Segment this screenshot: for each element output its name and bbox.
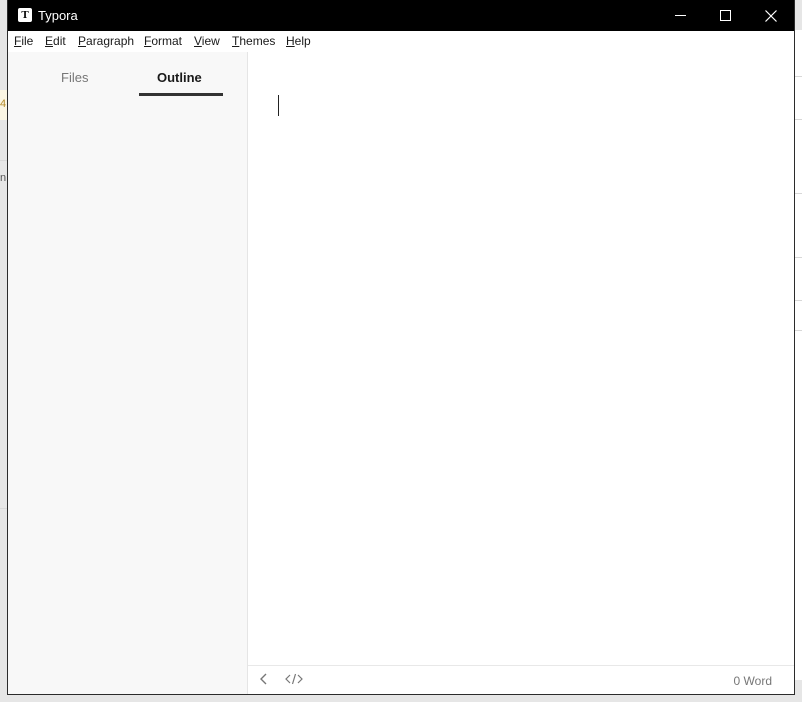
text-caret bbox=[278, 95, 279, 116]
minimize-button[interactable] bbox=[658, 0, 703, 31]
background-divider bbox=[795, 76, 802, 77]
menu-label: ormat bbox=[151, 34, 183, 48]
menu-mnemonic: P bbox=[78, 34, 87, 48]
menu-label: elp bbox=[294, 34, 311, 48]
background-divider bbox=[0, 160, 7, 161]
maximize-icon bbox=[720, 10, 731, 21]
window-title: Typora bbox=[38, 8, 78, 23]
background-text: n bbox=[0, 172, 7, 184]
typora-app-icon: T bbox=[18, 8, 32, 22]
menu-label: hemes bbox=[239, 34, 276, 48]
source-code-mode-button[interactable] bbox=[285, 672, 303, 689]
background-text: 4 bbox=[0, 98, 7, 110]
background-divider bbox=[795, 257, 802, 258]
menu-file[interactable]: File bbox=[14, 34, 33, 48]
active-tab-indicator bbox=[139, 93, 223, 96]
maximize-button[interactable] bbox=[703, 0, 748, 31]
sidebar: Files Outline bbox=[8, 52, 248, 694]
menu-edit[interactable]: Edit bbox=[45, 34, 66, 48]
background-divider bbox=[795, 119, 802, 120]
minimize-icon bbox=[675, 15, 686, 16]
word-count[interactable]: 0 Word bbox=[734, 674, 772, 688]
menu-label: iew bbox=[201, 34, 220, 48]
menu-format[interactable]: Format bbox=[144, 34, 182, 48]
background-divider bbox=[0, 508, 7, 509]
background-divider bbox=[795, 193, 802, 194]
background-divider bbox=[795, 300, 802, 301]
background-divider bbox=[795, 330, 802, 331]
close-button[interactable] bbox=[748, 0, 793, 31]
menu-label: dit bbox=[53, 34, 66, 48]
chevron-left-icon bbox=[260, 673, 267, 685]
menu-paragraph[interactable]: Paragraph bbox=[78, 34, 134, 48]
tab-files[interactable]: Files bbox=[61, 70, 88, 85]
menu-label: ile bbox=[21, 34, 34, 48]
editor-area[interactable]: 0 Word bbox=[248, 52, 794, 694]
status-bar: 0 Word bbox=[248, 665, 794, 694]
menu-help[interactable]: Help bbox=[286, 34, 311, 48]
title-bar[interactable]: T Typora bbox=[8, 0, 794, 31]
menu-label: aragraph bbox=[86, 34, 135, 48]
menu-mnemonic: V bbox=[194, 34, 202, 48]
toggle-sidebar-button[interactable] bbox=[258, 672, 270, 689]
menu-bar: File Edit Paragraph Format View Themes H… bbox=[8, 31, 794, 52]
close-icon bbox=[764, 9, 777, 22]
menu-mnemonic: H bbox=[286, 34, 295, 48]
menu-themes[interactable]: Themes bbox=[232, 34, 275, 48]
typora-window: T Typora File Edit Paragraph Format View… bbox=[7, 0, 795, 695]
background-panel bbox=[795, 30, 802, 680]
tab-outline[interactable]: Outline bbox=[157, 70, 202, 85]
code-icon bbox=[285, 673, 303, 685]
menu-mnemonic: E bbox=[45, 34, 54, 48]
menu-view[interactable]: View bbox=[194, 34, 220, 48]
